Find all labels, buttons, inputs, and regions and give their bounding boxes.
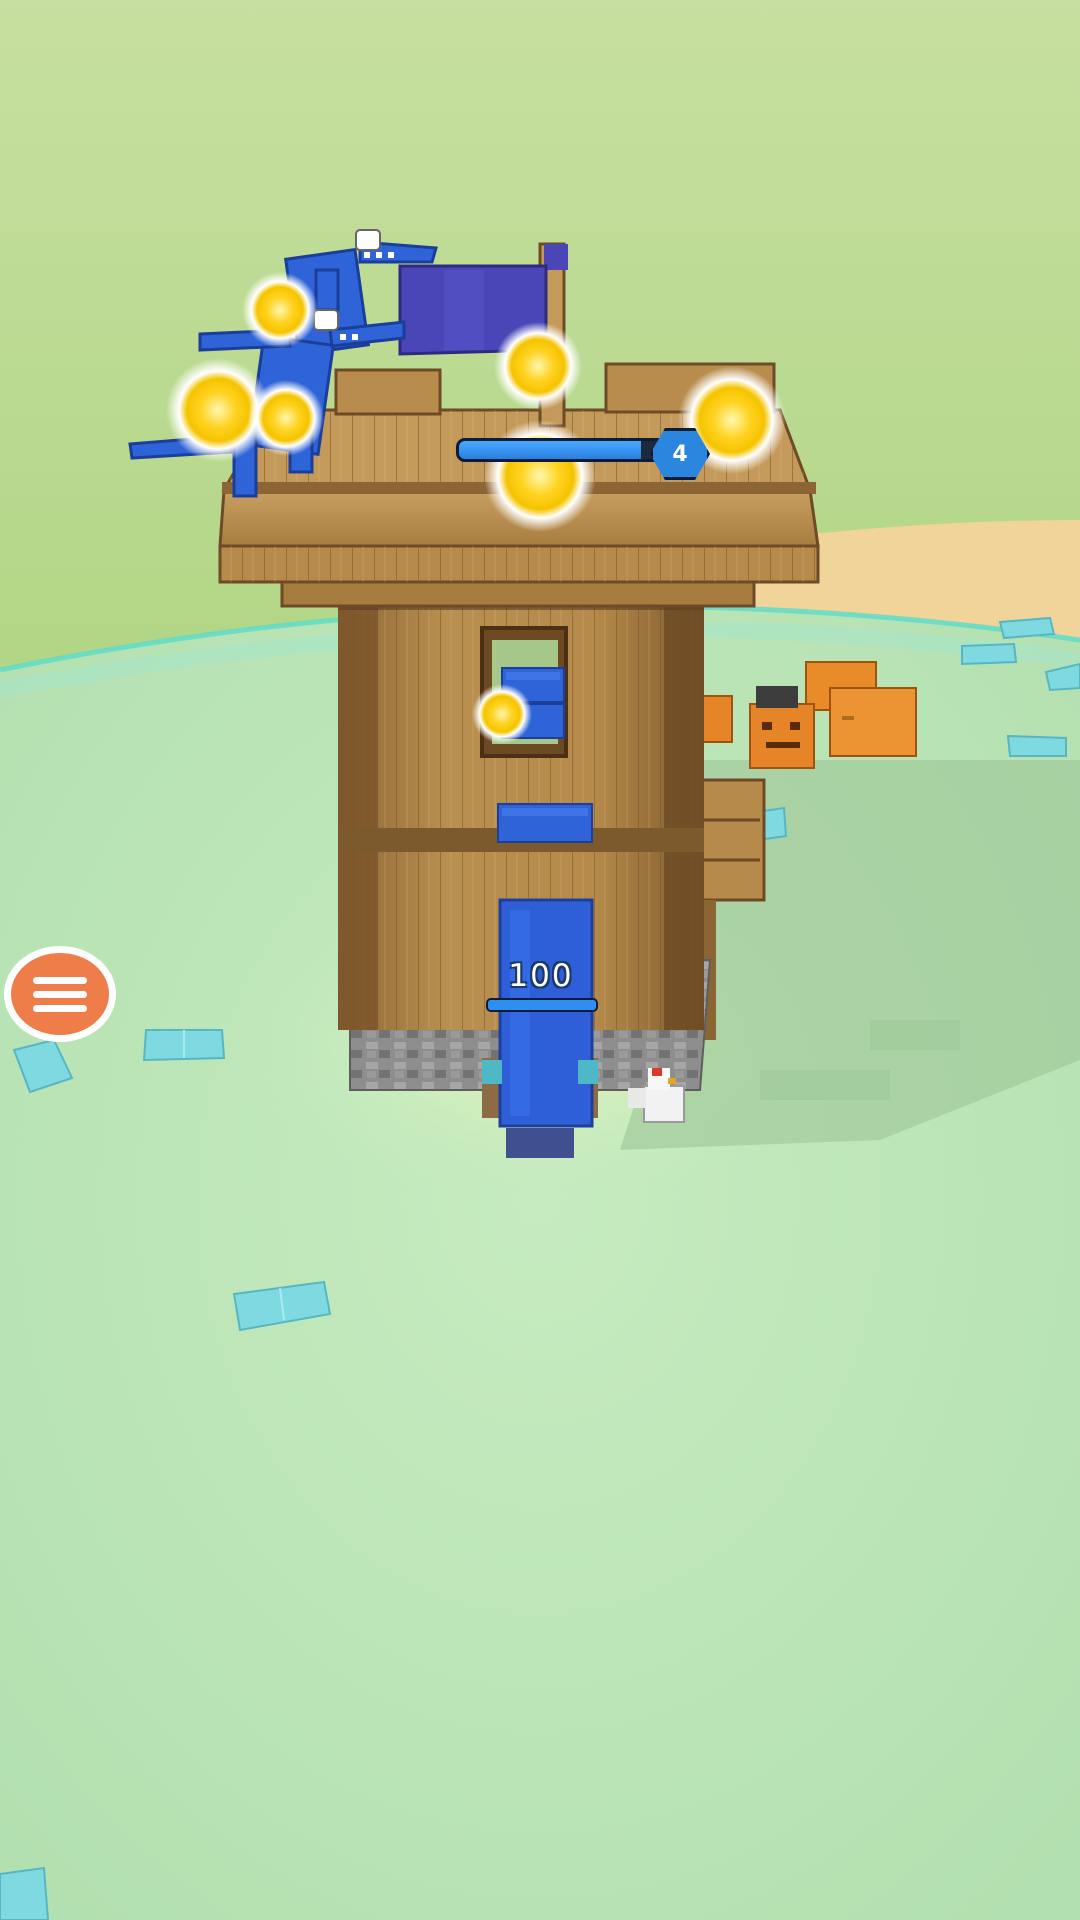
menu-bar-top [33, 976, 87, 984]
menu-bar-bottom [33, 1004, 87, 1012]
blue-player-character [482, 898, 598, 1158]
enemy-level-text: 4 [672, 441, 688, 467]
enemy-health-bar [456, 438, 676, 462]
player-health-label: 100 [508, 958, 574, 994]
enemy-health-fill [459, 441, 641, 459]
hamburger-menu-icon [11, 953, 109, 1035]
menu-bar-middle [33, 990, 87, 998]
player-health-fill [488, 1000, 596, 1010]
menu-button[interactable] [4, 946, 116, 1042]
player-health-bar [486, 998, 598, 1012]
